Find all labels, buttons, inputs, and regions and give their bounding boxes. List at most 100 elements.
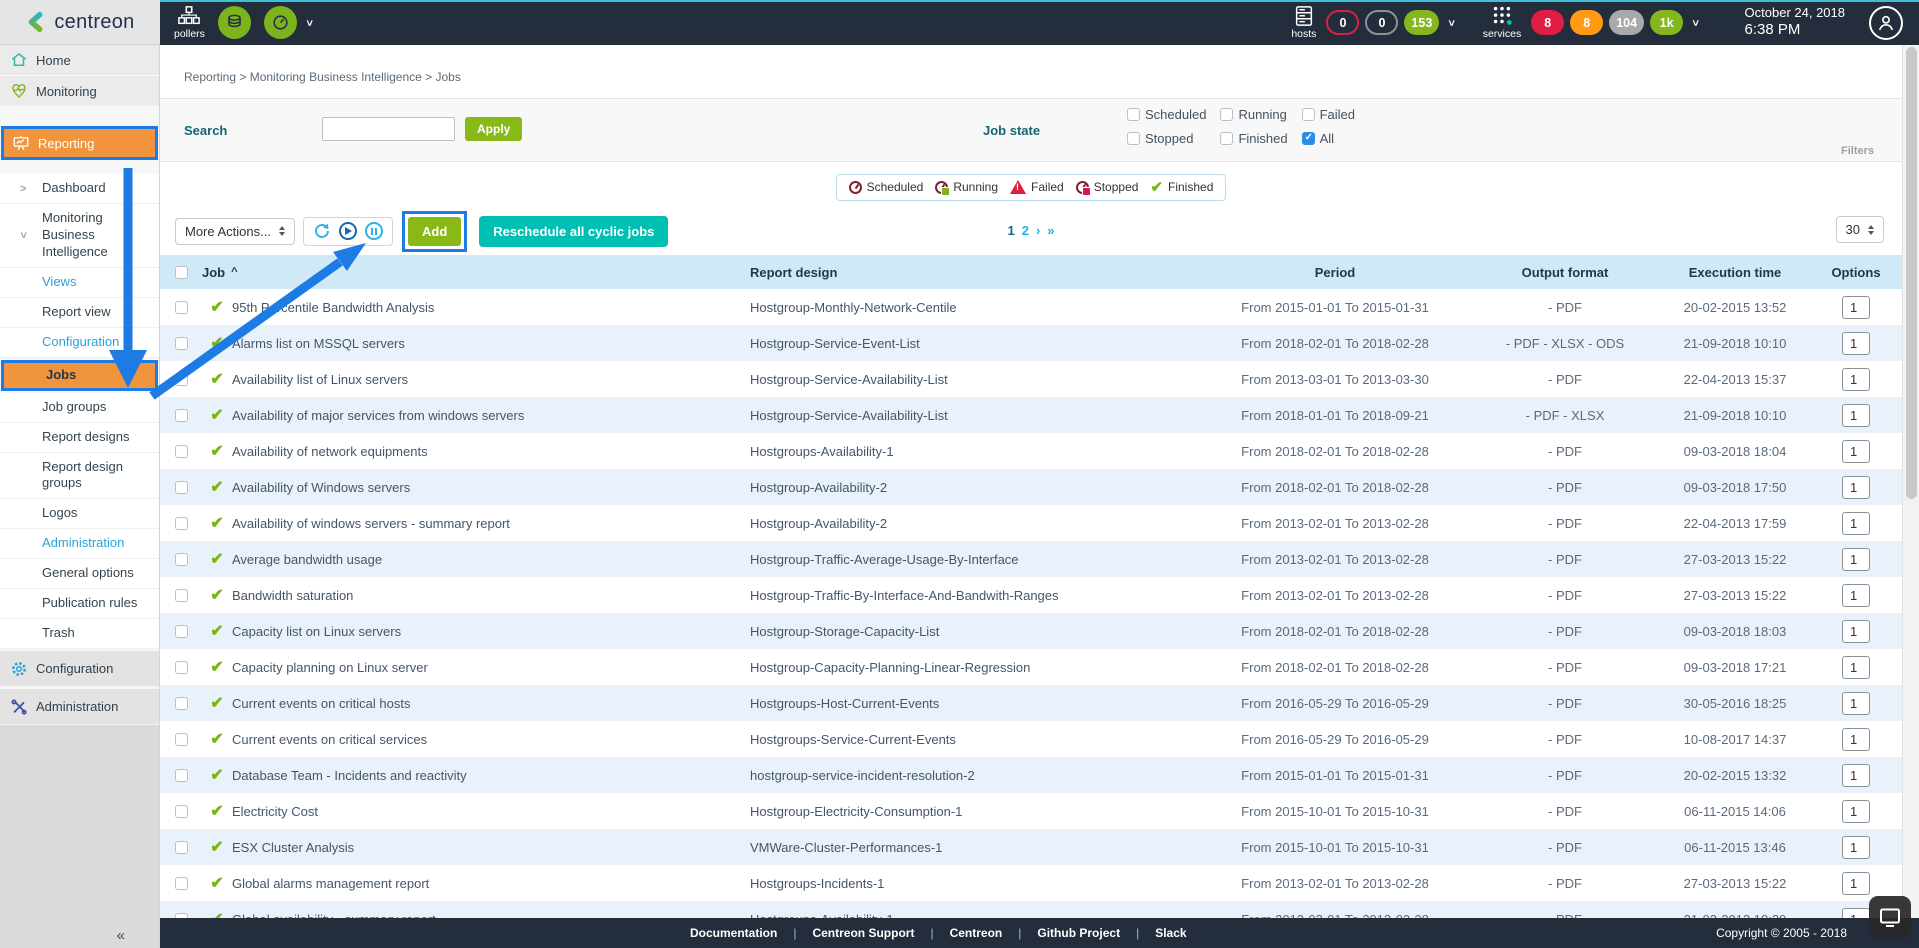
job-name[interactable]: ESX Cluster Analysis	[232, 840, 750, 855]
column-header-execution-time[interactable]: Execution time	[1660, 265, 1810, 280]
job-name[interactable]: Current events on critical services	[232, 732, 750, 747]
options-input[interactable]: 1	[1842, 872, 1870, 895]
sidebar-item[interactable]: Publication rules	[0, 589, 159, 619]
row-checkbox[interactable]	[175, 661, 188, 674]
options-input[interactable]: 1	[1842, 584, 1870, 607]
play-icon[interactable]	[339, 222, 357, 240]
services-menu[interactable]: services	[1483, 5, 1522, 40]
job-name[interactable]: Bandwidth saturation	[232, 588, 750, 603]
sidebar-item[interactable]: Configuration	[0, 328, 159, 358]
apply-button[interactable]: Apply	[465, 117, 522, 141]
job-name[interactable]: Current events on critical hosts	[232, 696, 750, 711]
refresh-icon[interactable]	[313, 222, 331, 240]
pollers-chevron-down-icon[interactable]	[303, 19, 315, 25]
page-link[interactable]: 2	[1022, 223, 1029, 238]
job-state-option[interactable]: Finished	[1220, 131, 1287, 146]
service-status-badge[interactable]: 8	[1531, 10, 1564, 35]
column-header-period[interactable]: Period	[1200, 265, 1470, 280]
options-input[interactable]: 1	[1842, 620, 1870, 643]
host-status-badge[interactable]: 0	[1365, 10, 1398, 35]
job-state-option[interactable]: Failed	[1302, 107, 1355, 122]
hosts-chevron-down-icon[interactable]	[1446, 19, 1458, 25]
sidebar-item-configuration[interactable]: Configuration	[0, 651, 159, 687]
row-checkbox[interactable]	[175, 805, 188, 818]
host-status-badge[interactable]: 0	[1326, 10, 1359, 35]
user-avatar[interactable]	[1869, 6, 1903, 40]
sidebar-item[interactable]: Report designs	[0, 423, 159, 453]
footer-link[interactable]: Slack	[1120, 926, 1186, 940]
job-name[interactable]: Average bandwidth usage	[232, 552, 750, 567]
footer-link[interactable]: Documentation	[690, 926, 777, 940]
page-link[interactable]: 1	[1007, 223, 1014, 238]
sidebar-item-home[interactable]: Home	[0, 45, 159, 76]
add-button[interactable]: Add	[408, 217, 461, 246]
sidebar-item-monitoring[interactable]: Monitoring	[0, 76, 159, 107]
job-state-option[interactable]: All	[1302, 131, 1334, 146]
page-size-select[interactable]: 30	[1836, 216, 1884, 243]
checkbox[interactable]	[1220, 132, 1233, 145]
sidebar-item[interactable]: Job groups	[0, 393, 159, 423]
job-name[interactable]: Global alarms management report	[232, 876, 750, 891]
select-all-checkbox[interactable]	[175, 266, 188, 279]
job-name[interactable]: Availability list of Linux servers	[232, 372, 750, 387]
search-input[interactable]	[322, 117, 455, 141]
database-poller-icon[interactable]	[218, 6, 251, 39]
breadcrumb[interactable]: Reporting > Monitoring Business Intellig…	[160, 45, 1902, 84]
options-input[interactable]: 1	[1842, 512, 1870, 535]
job-state-option[interactable]: Scheduled	[1127, 107, 1206, 122]
options-input[interactable]: 1	[1842, 728, 1870, 751]
centreon-logo[interactable]: centreon	[0, 0, 160, 45]
row-checkbox[interactable]	[175, 301, 188, 314]
job-name[interactable]: Availability of Windows servers	[232, 480, 750, 495]
sidebar-item[interactable]: Report view	[0, 298, 159, 328]
column-header-options[interactable]: Options	[1810, 265, 1902, 280]
options-input[interactable]: 1	[1842, 656, 1870, 679]
sidebar-item[interactable]: General options	[0, 559, 159, 589]
sort-asc-icon[interactable]: ^	[231, 266, 237, 278]
collapse-sidebar-icon[interactable]: «	[117, 927, 125, 944]
reschedule-all-cyclic-jobs-button[interactable]: Reschedule all cyclic jobs	[479, 216, 668, 247]
row-checkbox[interactable]	[175, 373, 188, 386]
options-input[interactable]: 1	[1842, 404, 1870, 427]
page-link[interactable]: »	[1047, 223, 1054, 238]
row-checkbox[interactable]	[175, 409, 188, 422]
column-header-job[interactable]: Job ^	[202, 265, 750, 280]
job-name[interactable]: Availability of major services from wind…	[232, 408, 750, 423]
service-status-badge[interactable]: 8	[1570, 10, 1603, 35]
sidebar-item[interactable]: Trash	[0, 619, 159, 649]
options-input[interactable]: 1	[1842, 332, 1870, 355]
job-name[interactable]: Electricity Cost	[232, 804, 750, 819]
job-name[interactable]: Capacity list on Linux servers	[232, 624, 750, 639]
sidebar-item[interactable]: Jobs	[1, 360, 158, 391]
options-input[interactable]: 1	[1842, 440, 1870, 463]
footer-link[interactable]: Centreon Support	[777, 926, 914, 940]
job-name[interactable]: Capacity planning on Linux server	[232, 660, 750, 675]
row-checkbox[interactable]	[175, 877, 188, 890]
sidebar-item[interactable]: Monitoring Business Intelligence	[0, 204, 159, 268]
sidebar-item[interactable]: Logos	[0, 499, 159, 529]
row-checkbox[interactable]	[175, 733, 188, 746]
options-input[interactable]: 1	[1842, 692, 1870, 715]
latency-gauge-icon[interactable]	[264, 6, 297, 39]
service-status-badge[interactable]: 104	[1609, 10, 1644, 35]
pollers-status[interactable]: pollers	[174, 5, 205, 40]
checkbox[interactable]	[1127, 108, 1140, 121]
screenshot-overlay-button[interactable]	[1869, 896, 1911, 938]
sidebar-item-reporting[interactable]: Reporting	[4, 129, 155, 157]
job-name[interactable]: 95th Percentile Bandwidth Analysis	[232, 300, 750, 315]
row-checkbox[interactable]	[175, 445, 188, 458]
scrollbar-thumb[interactable]	[1906, 47, 1917, 499]
row-checkbox[interactable]	[175, 841, 188, 854]
checkbox[interactable]	[1220, 108, 1233, 121]
options-input[interactable]: 1	[1842, 548, 1870, 571]
row-checkbox[interactable]	[175, 553, 188, 566]
options-input[interactable]: 1	[1842, 296, 1870, 319]
hosts-menu[interactable]: hosts	[1291, 5, 1316, 40]
sidebar-item-administration[interactable]: Administration	[0, 689, 159, 725]
row-checkbox[interactable]	[175, 769, 188, 782]
options-input[interactable]: 1	[1842, 476, 1870, 499]
footer-link[interactable]: Centreon	[914, 926, 1002, 940]
pause-icon[interactable]	[365, 222, 383, 240]
options-input[interactable]: 1	[1842, 836, 1870, 859]
footer-link[interactable]: Github Project	[1002, 926, 1120, 940]
